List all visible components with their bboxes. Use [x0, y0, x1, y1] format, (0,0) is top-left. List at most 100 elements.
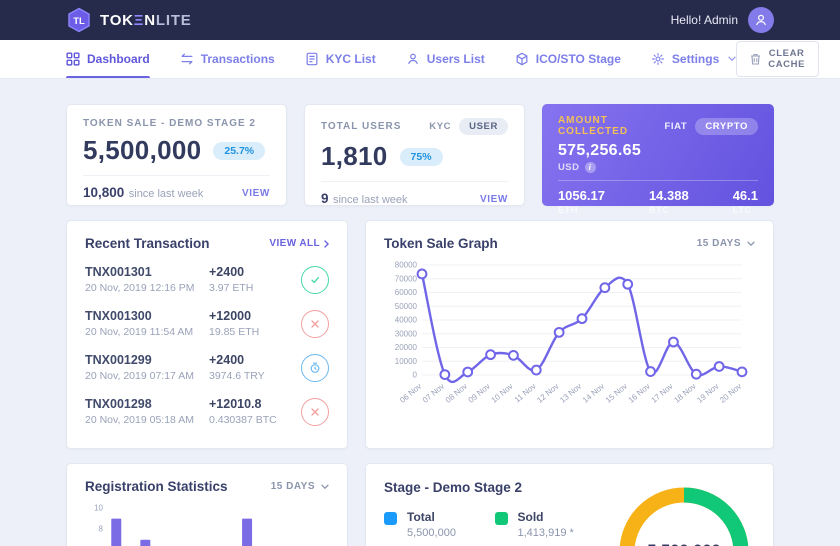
svg-text:20000: 20000	[395, 343, 418, 352]
amount-collected-title: AMOUNT COLLECTED	[558, 115, 665, 137]
status-failed-icon	[301, 310, 329, 338]
transaction-row[interactable]: TNX00129820 Nov, 2019 05:18 AM+12010.80.…	[85, 389, 329, 433]
svg-text:40000: 40000	[395, 316, 418, 325]
clear-cache-button[interactable]: CLEAR CACHE	[736, 41, 819, 77]
legend-item-total: Total5,500,000	[384, 510, 495, 539]
token-sale-badge: 25.7%	[213, 142, 265, 160]
info-icon[interactable]: i	[585, 162, 596, 173]
main-content: TOKEN SALE - DEMO STAGE 2 5,500,000 25.7…	[0, 79, 840, 546]
transaction-row[interactable]: TNX00130020 Nov, 2019 11:54 AM+1200019.8…	[85, 301, 329, 345]
svg-text:80000: 80000	[395, 261, 418, 270]
amount-currency-row: USD i	[558, 162, 758, 173]
svg-text:0: 0	[413, 371, 418, 380]
status-success-icon	[301, 266, 329, 294]
token-sale-delta: 10,800 since last week	[83, 184, 203, 202]
tab-users-list[interactable]: Users List	[406, 40, 485, 78]
tab-transactions[interactable]: Transactions	[180, 40, 275, 78]
toggle-kyc[interactable]: KYC	[429, 121, 451, 132]
status-failed-icon	[301, 398, 329, 426]
stage-title: Stage - Demo Stage 2	[384, 480, 522, 495]
crypto-total-btc: 14.388BTC	[649, 188, 689, 215]
user-area: Hello! Admin	[671, 7, 774, 33]
transaction-row[interactable]: TNX00129920 Nov, 2019 07:17 AM+24003974.…	[85, 345, 329, 389]
nav-tabs: Dashboard Transactions KYC List Users List I…	[66, 40, 736, 78]
swap-icon	[180, 52, 194, 66]
trash-icon	[750, 53, 761, 65]
transactions-title: Recent Transaction	[85, 236, 210, 251]
svg-text:10 Nov: 10 Nov	[490, 382, 515, 405]
legend-swatch	[384, 512, 397, 525]
grid-icon	[66, 52, 80, 66]
view-all-link[interactable]: VIEW ALL	[269, 238, 329, 249]
bottom-row: Registration Statistics 15 DAYS 1086420 …	[66, 463, 774, 546]
svg-text:10000: 10000	[395, 357, 418, 366]
amount-collected-value: 575,256.65	[558, 142, 758, 160]
svg-text:18 Nov: 18 Nov	[672, 382, 697, 405]
token-sale-view-link[interactable]: VIEW	[242, 188, 270, 199]
svg-text:30000: 30000	[395, 329, 418, 338]
toggle-crypto[interactable]: CRYPTO	[695, 118, 758, 135]
registration-statistics-panel: Registration Statistics 15 DAYS 1086420	[66, 463, 348, 546]
svg-text:14 Nov: 14 Nov	[581, 382, 606, 405]
transaction-row[interactable]: TNX00130120 Nov, 2019 12:16 PM+24003.97 …	[85, 257, 329, 301]
recent-transactions-panel: Recent Transaction VIEW ALL TNX00130120 …	[66, 220, 348, 449]
middle-row: Recent Transaction VIEW ALL TNX00130120 …	[66, 220, 774, 449]
stat-cards-row: TOKEN SALE - DEMO STAGE 2 5,500,000 25.7…	[66, 104, 774, 206]
tab-kyc-list[interactable]: KYC List	[305, 40, 376, 78]
gear-icon	[651, 52, 665, 66]
transaction-crypto-amount: 3.97 ETH	[209, 282, 301, 294]
user-icon	[406, 52, 420, 66]
bar-chart-range-dropdown[interactable]: 15 DAYS	[271, 481, 329, 492]
svg-text:08 Nov: 08 Nov	[444, 382, 469, 405]
stage-donut-chart: 5,500,000TLE	[613, 481, 755, 546]
chevron-down-icon	[321, 484, 329, 490]
toggle-fiat[interactable]: FIAT	[665, 121, 688, 132]
transaction-amount: +12010.8	[209, 397, 301, 411]
transaction-date: 20 Nov, 2019 11:54 AM	[85, 326, 209, 338]
transaction-id: TNX001301	[85, 265, 209, 279]
chevron-down-icon	[747, 241, 755, 247]
svg-text:TL: TL	[73, 16, 85, 27]
dashboard-page: TL TOKΞNLITE Hello! Admin Dashboard Trans…	[0, 0, 840, 546]
transaction-id: TNX001299	[85, 353, 209, 367]
transaction-date: 20 Nov, 2019 07:17 AM	[85, 370, 209, 382]
toggle-user[interactable]: USER	[459, 118, 508, 135]
transaction-amount: +2400	[209, 265, 301, 279]
status-pending-icon	[301, 354, 329, 382]
token-sale-value: 5,500,000	[83, 135, 201, 166]
svg-text:17 Nov: 17 Nov	[650, 382, 675, 405]
svg-text:15 Nov: 15 Nov	[604, 382, 629, 405]
transaction-list: TNX00130120 Nov, 2019 12:16 PM+24003.97 …	[85, 257, 329, 433]
svg-text:06 Nov: 06 Nov	[398, 382, 423, 405]
brand-logo-icon: TL	[66, 7, 92, 33]
crypto-total-ltc: 46.1LTC	[733, 188, 758, 215]
total-users-delta: 9 since last week	[321, 190, 408, 208]
tab-settings[interactable]: Settings	[651, 40, 736, 78]
transaction-id: TNX001300	[85, 309, 209, 323]
svg-text:8: 8	[99, 525, 104, 534]
transaction-crypto-amount: 3974.6 TRY	[209, 370, 301, 382]
token-sale-graph-title: Token Sale Graph	[384, 236, 498, 251]
svg-text:07 Nov: 07 Nov	[421, 382, 446, 405]
svg-text:5,500,000: 5,500,000	[647, 542, 720, 546]
transaction-date: 20 Nov, 2019 05:18 AM	[85, 414, 209, 426]
line-chart-range-dropdown[interactable]: 15 DAYS	[697, 238, 755, 249]
fiat-crypto-toggle: FIAT CRYPTO	[665, 118, 758, 135]
file-icon	[305, 52, 319, 66]
tab-dashboard[interactable]: Dashboard	[66, 40, 150, 78]
stage-legend: Total5,500,000Sold1,413,919 *Sale %25.7%…	[384, 510, 613, 546]
card-divider	[558, 180, 758, 181]
brand[interactable]: TL TOKΞNLITE	[66, 7, 192, 33]
token-sale-line-chart: 0100002000030000400005000060000700008000…	[384, 257, 755, 420]
crypto-total-eth: 1056.17ETH	[558, 188, 605, 215]
svg-text:16 Nov: 16 Nov	[627, 382, 652, 405]
total-users-view-link[interactable]: VIEW	[480, 194, 508, 205]
svg-text:50000: 50000	[395, 302, 418, 311]
svg-text:60000: 60000	[395, 288, 418, 297]
tab-ico-sto-stage[interactable]: ICO/STO Stage	[515, 40, 621, 78]
user-avatar[interactable]	[748, 7, 774, 33]
registration-bar-chart: 1086420	[85, 502, 329, 546]
svg-text:09 Nov: 09 Nov	[467, 382, 492, 405]
chevron-right-icon	[324, 240, 329, 248]
amount-collected-card: AMOUNT COLLECTED FIAT CRYPTO 575,256.65 …	[542, 104, 774, 206]
